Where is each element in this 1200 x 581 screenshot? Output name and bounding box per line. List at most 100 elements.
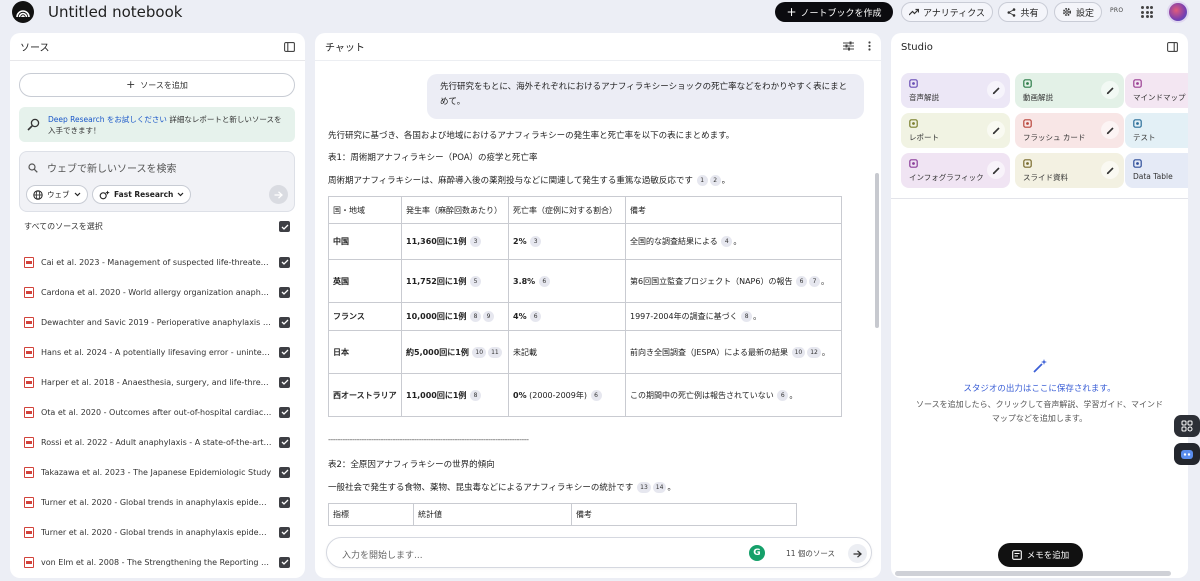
citation-chip[interactable]: 6	[796, 275, 808, 287]
citation-chip[interactable]: 3	[530, 236, 542, 247]
web-source-dropdown[interactable]: ウェブ	[26, 185, 88, 204]
more-vert-icon[interactable]	[868, 41, 871, 51]
deep-research-banner[interactable]: Deep Research をお試しください 詳細なレポートと新しいソースを入手…	[19, 107, 295, 142]
source-list-item[interactable]: Rossi et al. 2022 - Adult anaphylaxis - …	[24, 427, 290, 457]
table1-desc-text: 周術期アナフィラキシーは、麻酔導入後の薬剤投与などに関連して発生する重篤な過敏反…	[328, 176, 693, 186]
extension-grid-icon	[1181, 420, 1193, 432]
studio-scrollbar[interactable]	[895, 571, 1171, 576]
source-checkbox[interactable]	[279, 436, 290, 448]
studio-tile[interactable]: テスト	[1125, 113, 1188, 148]
research-mode-dropdown[interactable]: Fast Research	[92, 185, 192, 204]
edit-tile-button[interactable]	[1101, 161, 1119, 179]
select-all-sources-row[interactable]: すべてのソースを選択	[24, 221, 290, 232]
citation-chip[interactable]: 6	[538, 275, 550, 287]
add-note-button[interactable]: メモを追加	[998, 543, 1083, 567]
notebook-title[interactable]: Untitled notebook	[48, 3, 182, 21]
source-list-item[interactable]: von Elm et al. 2008 - The Strengthening …	[24, 547, 290, 577]
collapse-panel-icon[interactable]	[1167, 42, 1178, 52]
edit-tile-button[interactable]	[987, 81, 1005, 99]
source-list-item[interactable]: Ota et al. 2020 - Outcomes after out-of-…	[24, 397, 290, 427]
source-checkbox[interactable]	[279, 466, 290, 478]
citation-chip[interactable]: 5	[469, 275, 481, 287]
edit-tile-button[interactable]	[987, 161, 1005, 179]
citation-chip[interactable]: 10	[791, 346, 806, 358]
edit-tile-button[interactable]	[1101, 81, 1119, 99]
citation-chip[interactable]: 8	[741, 311, 753, 322]
citation-chip[interactable]: 7	[809, 275, 821, 287]
citation-chip[interactable]: 6	[590, 389, 602, 401]
apps-grid-icon[interactable]	[1141, 6, 1153, 18]
source-checkbox[interactable]	[279, 286, 290, 298]
source-checkbox[interactable]	[279, 346, 290, 358]
source-list-item[interactable]: Turner et al. 2020 - Global trends in an…	[24, 487, 290, 517]
tune-icon[interactable]	[843, 41, 854, 51]
web-search-input[interactable]: ウェブで新しいソースを検索	[47, 160, 177, 175]
analytics-button[interactable]: アナリティクス	[901, 2, 993, 22]
notebooklm-logo[interactable]	[12, 1, 34, 23]
citation-chip[interactable]: 13	[637, 482, 651, 493]
source-checkbox[interactable]	[279, 376, 290, 388]
studio-tile[interactable]: インフォグラフィック	[901, 153, 1010, 188]
check-icon	[281, 349, 288, 355]
source-checkbox[interactable]	[279, 526, 290, 538]
note-text: 全国的な調査結果による	[630, 237, 718, 246]
table2-desc-text: 一般社会で発生する食物、薬物、昆虫毒などによるアナフィラキシーの統計です	[328, 483, 634, 493]
create-notebook-button[interactable]: + ノートブックを作成	[775, 2, 893, 22]
source-list-item[interactable]: Cardona et al. 2020 - World allergy orga…	[24, 277, 290, 307]
add-source-button[interactable]: + ソースを追加	[19, 73, 295, 97]
source-checkbox[interactable]	[279, 256, 290, 268]
chat-input[interactable]: 入力を開始します...	[342, 548, 423, 561]
assistant-bot-button[interactable]	[1174, 443, 1200, 465]
source-checkbox[interactable]	[279, 316, 290, 328]
source-checkbox[interactable]	[279, 496, 290, 508]
table-header-row: 指標 統計値 備考	[328, 503, 797, 526]
studio-tile[interactable]: スライド資料	[1015, 153, 1124, 188]
citation-chip[interactable]: 4	[721, 236, 733, 247]
extension-button[interactable]	[1174, 415, 1200, 437]
pdf-icon	[24, 346, 34, 358]
share-button[interactable]: 共有	[998, 2, 1048, 22]
source-list-item[interactable]: Takazawa et al. 2023 - The Japanese Epid…	[24, 457, 290, 487]
studio-tile[interactable]: 動画解説	[1015, 73, 1124, 108]
source-list-item[interactable]: Harper et al. 2018 - Anaesthesia, surger…	[24, 367, 290, 397]
source-list-item[interactable]: Hans et al. 2024 - A potentially lifesav…	[24, 337, 290, 367]
pencil-icon	[992, 86, 1000, 94]
select-all-checkbox[interactable]	[279, 221, 290, 232]
citation-chip[interactable]: 6	[530, 311, 542, 322]
studio-tile[interactable]: マインドマップ	[1125, 73, 1188, 108]
citation-chip[interactable]: 14	[652, 482, 667, 493]
search-submit-button[interactable]	[269, 185, 288, 204]
collapse-panel-icon[interactable]	[284, 42, 295, 52]
studio-tile[interactable]: Data Table	[1125, 153, 1188, 188]
avatar[interactable]	[1167, 1, 1189, 23]
edit-tile-button[interactable]	[1101, 121, 1119, 139]
source-checkbox[interactable]	[279, 556, 290, 568]
mortality-value: 未記載	[513, 347, 537, 357]
citation-chip[interactable]: 1	[696, 175, 708, 186]
studio-tile[interactable]: 音声解説	[901, 73, 1010, 108]
studio-tile[interactable]: レポート	[901, 113, 1010, 148]
note-text: 前向き全国調査（JESPA）による最新の結果	[630, 347, 789, 357]
citation-chip[interactable]: 10	[472, 346, 487, 358]
source-checkbox[interactable]	[279, 406, 290, 418]
plus-icon: +	[126, 78, 136, 91]
grammarly-icon[interactable]: G	[749, 545, 765, 561]
edit-tile-button[interactable]	[987, 121, 1005, 139]
citation-chip[interactable]: 9	[482, 311, 494, 322]
studio-tile[interactable]: フラッシュ カード	[1015, 113, 1124, 148]
citation-chip[interactable]: 8	[469, 311, 481, 322]
chat-scrollbar[interactable]	[875, 173, 879, 328]
citation-chip[interactable]: 12	[807, 346, 821, 358]
citation-chip[interactable]: 11	[488, 346, 502, 358]
source-list-item[interactable]: Dewachter and Savic 2019 - Perioperative…	[24, 307, 290, 337]
source-list-item[interactable]: Turner et al. 2020 - Global trends in an…	[24, 517, 290, 547]
citation-chip[interactable]: 8	[469, 389, 481, 401]
citation-chip[interactable]: 6	[777, 389, 789, 401]
table-header-cell: 指標	[328, 503, 414, 526]
send-button[interactable]	[848, 544, 867, 563]
source-list-item[interactable]: Cai et al. 2023 - Management of suspecte…	[24, 247, 290, 277]
citation-chip[interactable]: 2	[709, 175, 721, 186]
settings-button[interactable]: 設定	[1054, 2, 1102, 22]
citation-chip[interactable]: 3	[469, 236, 481, 247]
deep-research-link[interactable]: Deep Research をお試しください	[48, 115, 167, 124]
